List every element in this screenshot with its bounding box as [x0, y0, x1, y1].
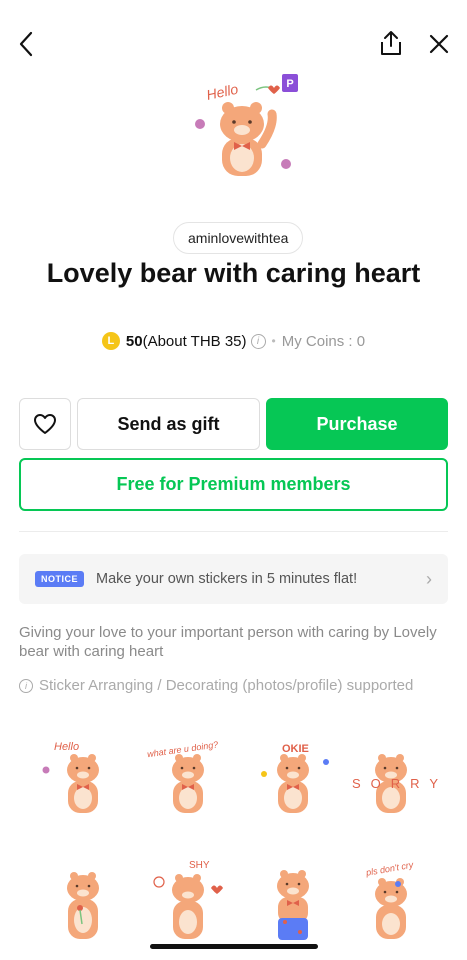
notice-badge: NOTICE [35, 571, 85, 587]
purchase-button[interactable]: Purchase [266, 398, 448, 450]
sticker-item[interactable]: OKIE [250, 730, 340, 825]
chevron-left-icon [19, 31, 33, 57]
price-coins: 50 [125, 332, 143, 350]
send-gift-button[interactable]: Send as gift [77, 398, 260, 450]
sticker-title: Lovely bear with caring heart [46, 258, 421, 288]
sticker-item[interactable] [250, 858, 340, 953]
sticker-item[interactable]: Hello [40, 730, 130, 825]
premium-badge-letter: P [286, 78, 293, 90]
sticker-caption: OKIE [282, 743, 309, 755]
notice-text: Make your own stickers in 5 minutes flat… [96, 571, 358, 587]
info-icon[interactable]: i [250, 333, 266, 349]
notice-banner[interactable]: NOTICE Make your own stickers in 5 minut… [19, 554, 448, 604]
action-buttons: Send as gift Purchase [19, 398, 448, 450]
sticker-caption: Hello [54, 741, 79, 753]
top-bar [0, 28, 467, 60]
feature-text: Sticker Arranging / Decorating (photos/p… [39, 677, 414, 694]
separator-dot: • [271, 334, 276, 348]
hero-lettering: Hello [205, 81, 240, 103]
feature-note: i Sticker Arranging / Decorating (photos… [19, 677, 439, 694]
divider [19, 531, 448, 532]
share-button[interactable] [377, 29, 405, 57]
close-button[interactable] [425, 30, 453, 58]
info-icon: i [19, 679, 33, 693]
sticker-caption: SHY [189, 860, 210, 871]
author-link[interactable]: aminlovewithtea [173, 222, 304, 254]
sticker-caption: what are u doing? [147, 739, 219, 759]
sticker-item[interactable]: what are u doing? [145, 730, 235, 825]
sticker-caption: SORRY [352, 776, 438, 791]
favorite-button[interactable] [19, 398, 71, 450]
share-icon [381, 31, 401, 55]
price-local: (About THB 35) [142, 332, 247, 350]
chevron-right-icon: › [426, 568, 432, 589]
heart-icon [34, 414, 56, 434]
price-row: L 50 (About THB 35) i • My Coins : 0 [0, 332, 467, 350]
sticker-item[interactable] [40, 858, 130, 953]
back-button[interactable] [12, 30, 40, 58]
close-icon [429, 34, 449, 54]
sticker-item[interactable]: SHY [145, 858, 235, 953]
sticker-item[interactable]: SORRY [348, 730, 438, 825]
sticker-description: Giving your love to your important perso… [19, 624, 437, 660]
my-coins: My Coins : 0 [281, 332, 366, 350]
sticker-caption: pls don't cry [364, 860, 414, 878]
sticker-item[interactable]: pls don't cry [348, 858, 438, 953]
line-coin-icon: L [101, 332, 120, 350]
hero-sticker-image: Hello P [186, 68, 302, 186]
premium-button[interactable]: Free for Premium members [19, 458, 448, 511]
home-indicator [150, 944, 318, 949]
